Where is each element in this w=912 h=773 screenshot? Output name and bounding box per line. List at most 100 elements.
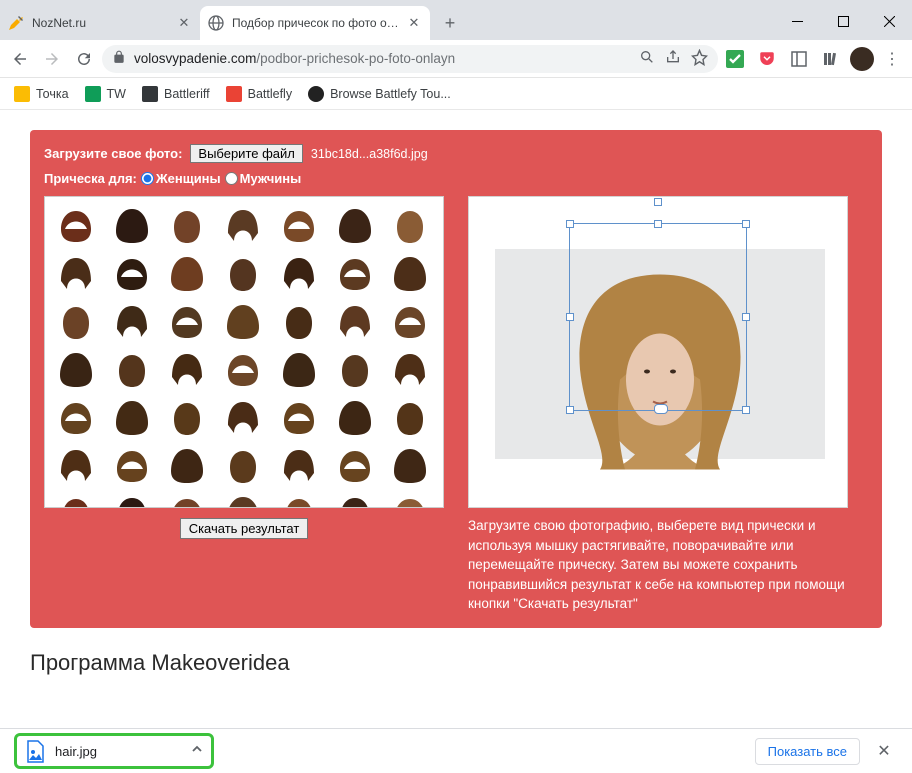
chevron-up-icon[interactable] xyxy=(191,742,203,760)
share-icon[interactable] xyxy=(665,49,681,68)
url-box[interactable]: volosvypadenie.com/podbor-prichesok-po-f… xyxy=(102,45,718,73)
hairstyle-option[interactable] xyxy=(51,299,101,343)
hairstyle-option[interactable] xyxy=(274,443,324,487)
reload-button[interactable] xyxy=(70,45,98,73)
bookmark-tw[interactable]: TW xyxy=(79,82,132,106)
hairstyle-option[interactable] xyxy=(218,491,268,507)
tab-noznet[interactable]: NozNet.ru ✕ xyxy=(0,6,200,40)
hairstyle-option[interactable] xyxy=(330,299,380,343)
hairstyle-option[interactable] xyxy=(107,443,157,487)
download-filename: hair.jpg xyxy=(55,744,181,759)
bookmark-battleriff[interactable]: Battleriff xyxy=(136,82,216,106)
hairstyle-option[interactable] xyxy=(274,347,324,391)
hairstyle-option[interactable] xyxy=(385,251,435,295)
choose-file-button[interactable]: Выберите файл xyxy=(190,144,302,163)
hairstyle-option[interactable] xyxy=(107,251,157,295)
hairstyle-option[interactable] xyxy=(385,299,435,343)
hairstyle-option[interactable] xyxy=(107,203,157,247)
hairstyle-option[interactable] xyxy=(218,347,268,391)
handle-ml[interactable] xyxy=(566,313,574,321)
hairstyle-option[interactable] xyxy=(218,395,268,439)
hairstyle-option[interactable] xyxy=(274,299,324,343)
hairstyle-option[interactable] xyxy=(51,443,101,487)
hairstyle-grid-scroll[interactable] xyxy=(45,197,443,507)
hairstyle-option[interactable] xyxy=(107,491,157,507)
ext-books-icon[interactable] xyxy=(818,46,844,72)
hairstyle-option[interactable] xyxy=(385,347,435,391)
hairstyle-option[interactable] xyxy=(385,443,435,487)
handle-tm[interactable] xyxy=(654,220,662,228)
hairstyle-option[interactable] xyxy=(218,443,268,487)
hairstyle-option[interactable] xyxy=(218,299,268,343)
radio-male[interactable]: Мужчины xyxy=(225,171,302,186)
hairstyle-option[interactable] xyxy=(162,395,212,439)
photo-preview[interactable] xyxy=(468,196,848,508)
search-icon[interactable] xyxy=(639,49,655,68)
hairstyle-option[interactable] xyxy=(385,203,435,247)
hairstyle-option[interactable] xyxy=(274,395,324,439)
hairstyle-option[interactable] xyxy=(330,203,380,247)
hairstyle-option[interactable] xyxy=(162,299,212,343)
radio-female[interactable]: Женщины xyxy=(141,171,221,186)
handle-mr[interactable] xyxy=(742,313,750,321)
tab-hairstyle[interactable]: Подбор причесок по фото онла ✕ xyxy=(200,6,430,40)
handle-br[interactable] xyxy=(742,406,750,414)
close-icon[interactable]: ✕ xyxy=(176,15,192,31)
hairstyle-option[interactable] xyxy=(330,251,380,295)
hairstyle-option[interactable] xyxy=(385,395,435,439)
handle-bl[interactable] xyxy=(566,406,574,414)
hairstyle-option[interactable] xyxy=(274,491,324,507)
ext-panel-icon[interactable] xyxy=(786,46,812,72)
new-tab-button[interactable]: + xyxy=(436,9,464,37)
download-chip[interactable]: hair.jpg xyxy=(14,733,214,769)
wrench-icon xyxy=(8,15,24,31)
hairstyle-option[interactable] xyxy=(162,251,212,295)
bookmark-battlefly[interactable]: Battlefly xyxy=(220,82,298,106)
handle-bm[interactable] xyxy=(654,404,668,414)
hairstyle-option[interactable] xyxy=(107,395,157,439)
minimize-button[interactable] xyxy=(774,6,820,36)
address-bar: volosvypadenie.com/podbor-prichesok-po-f… xyxy=(0,40,912,78)
hairstyle-option[interactable] xyxy=(385,491,435,507)
hairstyle-option[interactable] xyxy=(162,491,212,507)
handle-tr[interactable] xyxy=(742,220,750,228)
hairstyle-option[interactable] xyxy=(274,251,324,295)
hairstyle-option[interactable] xyxy=(107,299,157,343)
forward-button[interactable] xyxy=(38,45,66,73)
hairstyle-option[interactable] xyxy=(51,491,101,507)
hairstyle-option[interactable] xyxy=(330,395,380,439)
handle-rotate[interactable] xyxy=(654,198,662,206)
hairstyle-option[interactable] xyxy=(51,203,101,247)
hairstyle-option[interactable] xyxy=(218,203,268,247)
menu-button[interactable]: ⋮ xyxy=(878,45,906,73)
close-icon[interactable]: ✕ xyxy=(406,15,422,31)
handle-tl[interactable] xyxy=(566,220,574,228)
maximize-button[interactable] xyxy=(820,6,866,36)
show-all-downloads-button[interactable]: Показать все xyxy=(755,738,860,765)
hairstyle-option[interactable] xyxy=(162,347,212,391)
close-window-button[interactable] xyxy=(866,6,912,36)
close-download-bar-button[interactable]: ✕ xyxy=(870,737,898,765)
ext-check-icon[interactable] xyxy=(722,46,748,72)
ext-pocket-icon[interactable] xyxy=(754,46,780,72)
back-button[interactable] xyxy=(6,45,34,73)
url-actions xyxy=(639,49,708,69)
hairstyle-option[interactable] xyxy=(274,203,324,247)
star-icon[interactable] xyxy=(691,49,708,69)
hairstyle-option[interactable] xyxy=(107,347,157,391)
hairstyle-option[interactable] xyxy=(162,203,212,247)
hairstyle-option[interactable] xyxy=(330,347,380,391)
transform-box[interactable] xyxy=(569,223,747,411)
hairstyle-option[interactable] xyxy=(330,443,380,487)
profile-avatar[interactable] xyxy=(850,47,874,71)
hairstyle-option[interactable] xyxy=(51,347,101,391)
bookmark-tochka[interactable]: Точка xyxy=(8,82,75,106)
hairstyle-option[interactable] xyxy=(51,251,101,295)
hairstyle-option[interactable] xyxy=(330,491,380,507)
hairstyle-option[interactable] xyxy=(162,443,212,487)
download-result-button[interactable]: Скачать результат xyxy=(180,518,309,539)
bookmarks-bar: Точка TW Battleriff Battlefly Browse Bat… xyxy=(0,78,912,110)
hairstyle-option[interactable] xyxy=(218,251,268,295)
bookmark-battlefy[interactable]: Browse Battlefy Tou... xyxy=(302,82,457,106)
hairstyle-option[interactable] xyxy=(51,395,101,439)
